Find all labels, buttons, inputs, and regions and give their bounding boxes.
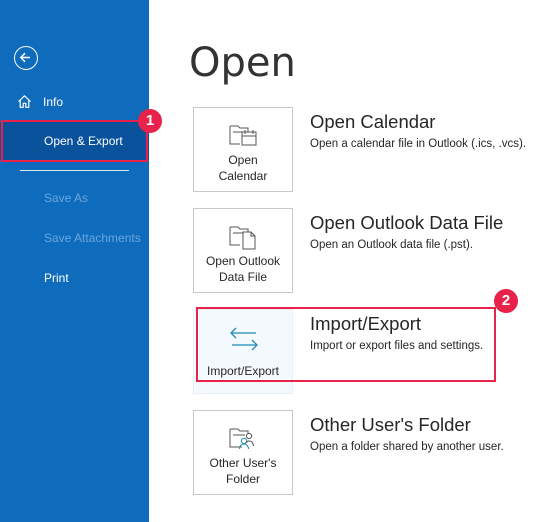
back-arrow-icon [19,52,30,63]
sidebar-divider [20,170,129,171]
sidebar-item-label: Save Attachments [44,231,141,245]
sidebar-item-label: Info [43,95,64,109]
option-title: Other User's Folder [310,414,471,435]
sidebar-item-label: Open & Export [44,134,123,148]
option-title: Import/Export [310,313,422,334]
sidebar-item-save-as[interactable]: Save As [0,178,149,218]
back-button[interactable] [14,46,38,70]
folder-file-icon [229,226,256,250]
option-description: Open a calendar file in Outlook (.ics, .… [310,138,527,150]
sidebar-item-label: Print [44,271,69,285]
sidebar-item-open-export[interactable]: Open & Export [0,122,149,160]
step-badge-1: 1 [138,109,162,133]
option-title: Open Outlook Data File [310,212,504,233]
option-title: Open Calendar [310,111,436,132]
tile-label: Other User's Folder [209,456,277,486]
tile-label: Open Calendar [218,153,268,183]
option-description: Import or export files and settings. [310,340,484,352]
other-users-folder-button[interactable]: Other User's Folder [193,410,293,495]
sidebar: Info Open & Export Save As Save Attachme… [0,0,149,522]
option-description: Open a folder shared by another user. [310,441,504,453]
open-calendar-button[interactable]: Open Calendar [193,107,293,192]
tile-label: Open Outlook Data File [205,254,281,284]
sidebar-item-info[interactable]: Info [0,82,149,122]
folder-user-icon [229,428,254,450]
import-export-button[interactable]: Import/Export [193,309,293,394]
page-title: Open [189,40,296,86]
home-icon [18,94,31,108]
sidebar-item-print[interactable]: Print [0,258,149,298]
tile-label: Import/Export [206,364,280,378]
step-badge-2: 2 [494,289,518,313]
open-outlook-data-file-button[interactable]: Open Outlook Data File [193,208,293,293]
folder-calendar-icon [229,125,257,146]
option-description: Open an Outlook data file (.pst). [310,239,474,251]
sidebar-item-save-attachments[interactable]: Save Attachments [0,218,149,258]
sidebar-item-label: Save As [44,191,89,205]
import-export-arrows-icon [230,327,258,351]
